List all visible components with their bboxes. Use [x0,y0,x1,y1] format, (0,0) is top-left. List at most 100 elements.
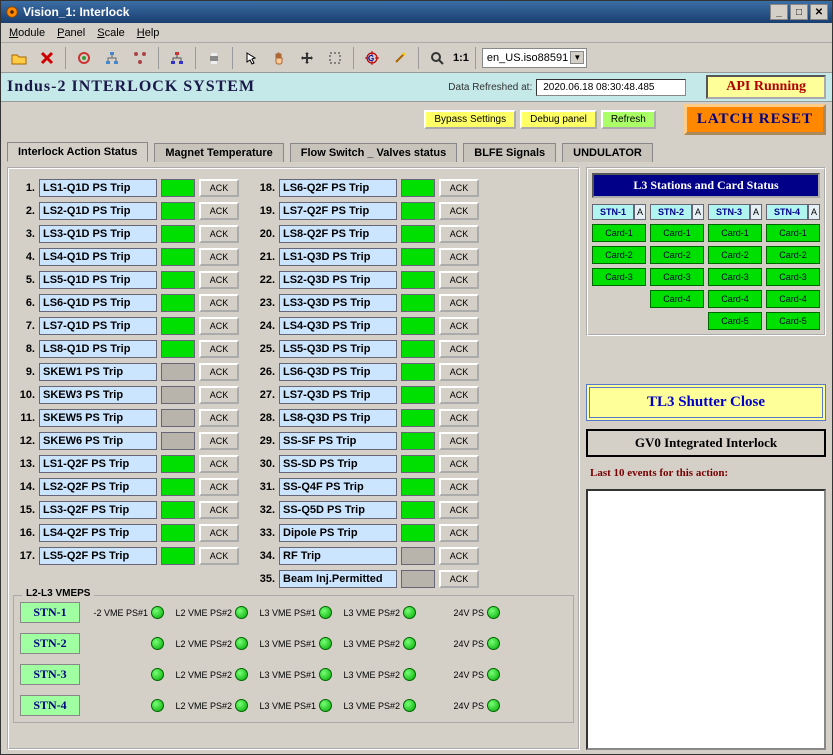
maximize-button[interactable]: □ [790,4,808,20]
move-icon[interactable] [295,46,319,70]
trip-name: LS4-Q1D PS Trip [39,248,157,266]
latch-reset-button[interactable]: LATCH RESET [684,104,826,135]
ack-button[interactable]: ACK [199,202,239,220]
encoding-value: en_US.iso88591 [487,52,568,64]
trip-status [161,501,195,519]
led-icon [235,637,248,650]
menu-help[interactable]: Help [137,27,160,39]
trip-status [401,432,435,450]
events-list [586,489,826,750]
tab-magnet-temp[interactable]: Magnet Temperature [154,143,283,162]
vmeps-label: L2 VME PS#2 [172,608,232,618]
vmeps-label: L2 VME PS#2 [172,639,232,649]
close-button[interactable]: ✕ [810,4,828,20]
ack-button[interactable]: ACK [199,363,239,381]
trip-status [161,547,195,565]
ack-button[interactable]: ACK [199,340,239,358]
trip-index: 35. [253,573,275,585]
station-card: Card-3 [650,268,704,286]
trip-name: SKEW3 PS Trip [39,386,157,404]
tree-icon[interactable] [100,46,124,70]
trip-status [161,363,195,381]
trip-row: 13.LS1-Q2F PS TripACK [13,453,239,474]
vmeps-item: L3 VME PS#2 [340,699,416,712]
tab-flow-switch[interactable]: Flow Switch _ Valves status [290,143,458,162]
ack-button[interactable]: ACK [439,294,479,312]
menu-panel[interactable]: Panel [57,27,85,39]
ack-button[interactable]: ACK [439,363,479,381]
zoom-icon[interactable] [425,46,449,70]
tab-interlock-action[interactable]: Interlock Action Status [7,142,148,162]
crop-icon[interactable] [323,46,347,70]
pointer-icon[interactable] [239,46,263,70]
ack-button[interactable]: ACK [199,317,239,335]
trip-index: 1. [13,182,35,194]
minimize-button[interactable]: _ [770,4,788,20]
vmeps-label: L3 VME PS#2 [340,639,400,649]
ack-button[interactable]: ACK [439,501,479,519]
ack-button[interactable]: ACK [439,409,479,427]
ack-button[interactable]: ACK [199,294,239,312]
ack-button[interactable]: ACK [439,248,479,266]
trip-name: LS2-Q2F PS Trip [39,478,157,496]
trip-row: 16.LS4-Q2F PS TripACK [13,522,239,543]
station-card: Card-4 [766,290,820,308]
ack-button[interactable]: ACK [439,386,479,404]
open-icon[interactable] [7,46,31,70]
menu-scale[interactable]: Scale [97,27,125,39]
ack-button[interactable]: ACK [199,386,239,404]
ack-button[interactable]: ACK [439,225,479,243]
trip-index: 21. [253,251,275,263]
ack-button[interactable]: ACK [199,478,239,496]
ack-button[interactable]: ACK [439,340,479,358]
trip-name: LS2-Q1D PS Trip [39,202,157,220]
menu-module[interactable]: Module [9,27,45,39]
ack-button[interactable]: ACK [439,202,479,220]
vmeps-station-label: STN-3 [20,664,80,685]
led-icon [487,668,500,681]
ack-button[interactable]: ACK [199,248,239,266]
ack-button[interactable]: ACK [439,547,479,565]
ack-button[interactable]: ACK [199,432,239,450]
tab-undulator[interactable]: UNDULATOR [562,143,653,162]
ack-button[interactable]: ACK [199,547,239,565]
bypass-button[interactable]: Bypass Settings [424,110,516,129]
ack-button[interactable]: ACK [439,524,479,542]
refresh-button[interactable]: Refresh [601,110,656,129]
ack-button[interactable]: ACK [199,179,239,197]
wand-icon[interactable] [388,46,412,70]
hand-icon[interactable] [267,46,291,70]
ack-button[interactable]: ACK [439,455,479,473]
ack-button[interactable]: ACK [199,409,239,427]
trip-row: 20.LS8-Q2F PS TripACK [253,223,479,244]
gear-icon[interactable] [72,46,96,70]
ack-button[interactable]: ACK [199,225,239,243]
left-panel: 1.LS1-Q1D PS TripACK2.LS2-Q1D PS TripACK… [7,167,580,750]
trip-row: 15.LS3-Q2F PS TripACK [13,499,239,520]
vmeps-station-label: STN-1 [20,602,80,623]
ack-button[interactable]: ACK [199,455,239,473]
vmeps-row: STN-2L2 VME PS#2L3 VME PS#1L3 VME PS#224… [20,633,567,654]
encoding-select[interactable]: en_US.iso88591 [482,48,587,68]
print-icon[interactable] [202,46,226,70]
debug-button[interactable]: Debug panel [520,110,597,129]
ack-button[interactable]: ACK [439,478,479,496]
ack-button[interactable]: ACK [439,179,479,197]
refreshed-value: 2020.06.18 08:30:48.485 [536,79,686,96]
ack-button[interactable]: ACK [199,271,239,289]
ack-button[interactable]: ACK [439,317,479,335]
ack-button[interactable]: ACK [199,501,239,519]
nodes-icon[interactable] [128,46,152,70]
led-icon [151,699,164,712]
trip-status [401,501,435,519]
trip-row: 18.LS6-Q2F PS TripACK [253,177,479,198]
delete-icon[interactable] [35,46,59,70]
ack-button[interactable]: ACK [439,432,479,450]
ack-button[interactable]: ACK [439,271,479,289]
trip-status [161,386,195,404]
ack-button[interactable]: ACK [439,570,479,588]
network-icon[interactable] [165,46,189,70]
target-icon[interactable]: G [360,46,384,70]
ack-button[interactable]: ACK [199,524,239,542]
tab-blfe[interactable]: BLFE Signals [463,143,556,162]
